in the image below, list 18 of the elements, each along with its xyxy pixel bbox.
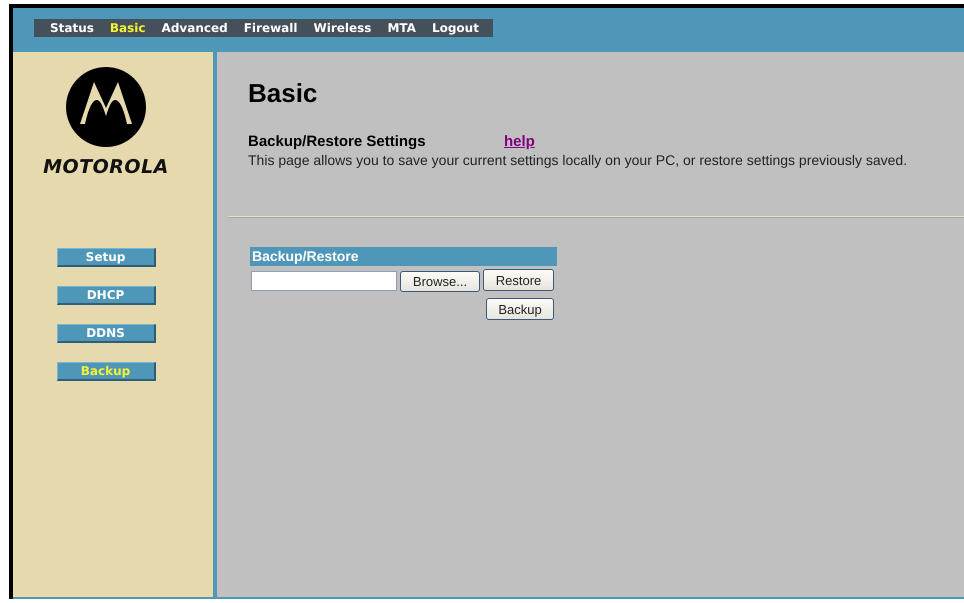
brand-name: MOTOROLA — [43, 156, 169, 178]
nav-tab[interactable]: Basic — [102, 21, 154, 35]
page-title: Basic — [248, 78, 318, 109]
section-title: Backup/Restore Settings — [248, 133, 427, 150]
browse-button[interactable]: Browse... — [400, 271, 480, 292]
backup-button[interactable]: Backup — [486, 298, 554, 320]
nav-tab[interactable]: Firewall — [236, 21, 306, 35]
nav-tab[interactable]: Status — [42, 21, 102, 35]
logo-icon — [65, 66, 147, 148]
help-link[interactable]: help — [504, 133, 535, 150]
panel-header: Backup/Restore — [250, 247, 557, 266]
nav-tab[interactable]: Wireless — [306, 21, 380, 35]
file-path-field[interactable] — [251, 271, 397, 291]
description-text: This page allows you to save your current settings locally on your PC, or restore settings previously saved. — [248, 152, 908, 168]
restore-button[interactable]: Restore — [483, 269, 554, 291]
nav-tab[interactable]: Advanced — [154, 21, 236, 35]
nav-tab[interactable]: MTA — [379, 21, 424, 35]
nav-tab[interactable]: Logout — [424, 21, 487, 35]
